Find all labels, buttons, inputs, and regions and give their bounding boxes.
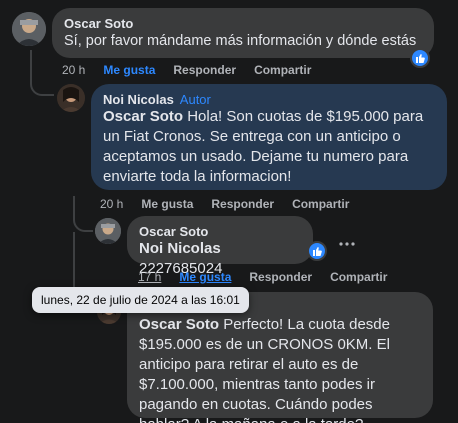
thread-line-1 (30, 50, 54, 96)
timestamp-tooltip: lunes, 22 de julio de 2024 a las 16:01 (32, 287, 249, 313)
reply-button[interactable]: Responder (211, 197, 274, 211)
like-reaction-icon[interactable] (307, 241, 327, 261)
comment-bubble: Oscar Soto Sí, por favor mándame más inf… (52, 8, 434, 58)
mention-link[interactable]: Oscar Soto (139, 316, 219, 333)
like-button[interactable]: Me gusta (103, 63, 155, 77)
author-badge: Autor (179, 92, 211, 107)
mention-link[interactable]: Oscar Soto (103, 108, 183, 125)
share-button[interactable]: Compartir (254, 63, 311, 77)
like-button[interactable]: Me gusta (179, 270, 231, 284)
avatar[interactable] (57, 84, 85, 112)
avatar[interactable] (12, 12, 46, 46)
reply-button[interactable]: Responder (249, 270, 312, 284)
timestamp[interactable]: 20 h (100, 197, 123, 211)
comment-bubble-author: Noi Nicolas Autor Oscar Soto Hola! Son c… (91, 84, 447, 190)
mention-link[interactable]: Noi Nicolas (139, 240, 221, 257)
like-reaction-icon[interactable] (410, 48, 430, 68)
comment-actions: 20 h Me gusta Responder Compartir (62, 63, 329, 77)
comment-author[interactable]: Oscar Soto (139, 224, 301, 239)
like-button[interactable]: Me gusta (141, 197, 193, 211)
comment-actions: 17 h Me gusta Responder Compartir (138, 270, 405, 284)
comment-bubble: Oscar Soto Noi Nicolas 2227685024 (127, 216, 313, 277)
comment-text: Sí, por favor mándame más información y … (64, 33, 417, 49)
comment-actions: 20 h Me gusta Responder Compartir (100, 197, 367, 211)
comment-text: Oscar Soto Perfecto! La cuota desde $195… (139, 315, 421, 423)
more-dots-icon[interactable] (338, 236, 356, 246)
share-button[interactable]: Compartir (330, 270, 387, 284)
thread-line-2 (73, 196, 93, 232)
reply-button[interactable]: Responder (173, 63, 236, 77)
timestamp[interactable]: 20 h (62, 63, 85, 77)
timestamp[interactable]: 17 h (138, 270, 161, 284)
share-button[interactable]: Compartir (292, 197, 349, 211)
avatar[interactable] (95, 218, 121, 244)
comment-author[interactable]: Oscar Soto (64, 16, 422, 31)
comment-text: Oscar Soto Hola! Son cuotas de $195.000 … (103, 107, 435, 187)
comment-author[interactable]: Noi Nicolas (103, 92, 174, 107)
